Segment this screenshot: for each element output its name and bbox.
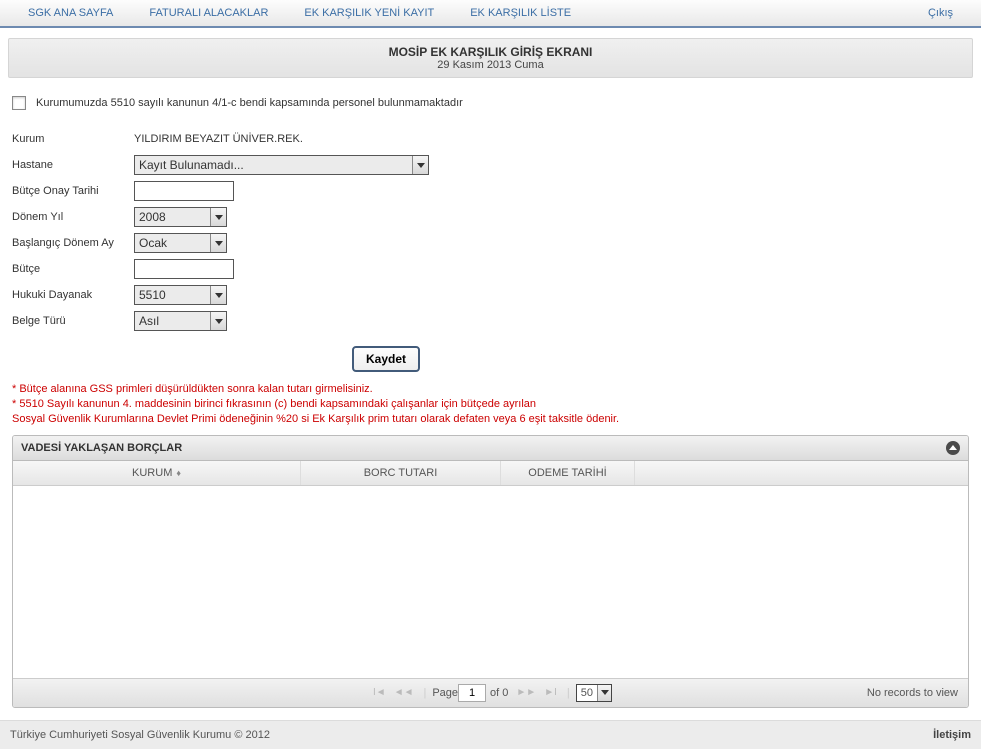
chevron-down-icon [417,163,425,168]
donem-yil-label: Dönem Yıl [12,211,134,223]
belge-select[interactable]: Asıl [134,311,227,331]
col-kurum[interactable]: KURUM ♦ [13,461,301,485]
belge-value: Asıl [139,314,159,328]
butce-onay-label: Bütçe Onay Tarihi [12,185,134,197]
chevron-down-icon [215,319,223,324]
col-borc[interactable]: BORC TUTARI [301,461,501,485]
page-title: MOSİP EK KARŞILIK GİRİŞ EKRANI [9,45,972,59]
grid-title: VADESİ YAKLAŞAN BORÇLAR [21,442,182,454]
belge-label: Belge Türü [12,315,134,327]
hastane-dropdown-icon[interactable] [412,156,428,174]
nav-faturali-alacaklar[interactable]: FATURALI ALACAKLAR [131,7,286,19]
baslangic-label: Başlangıç Dönem Ay [12,237,134,249]
donem-yil-value: 2008 [139,210,166,224]
col-odeme[interactable]: ODEME TARİHİ [501,461,635,485]
pager-status: No records to view [867,687,958,699]
nav-logout[interactable]: Çıkış [910,7,971,19]
pager-pagesize-select[interactable]: 50 [576,684,612,702]
page-header: MOSİP EK KARŞILIK GİRİŞ EKRANI 29 Kasım … [8,38,973,78]
no-personnel-label: Kurumumuzda 5510 sayılı kanunun 4/1-c be… [36,97,463,109]
pager-page-label: Page [432,687,458,699]
note-line-2: * 5510 Sayılı kanunun 4. maddesinin biri… [12,397,969,412]
page-date: 29 Kasım 2013 Cuma [9,59,972,71]
pager-last-icon[interactable]: ►I [540,687,561,698]
grid-header-row: KURUM ♦ BORC TUTARI ODEME TARİHİ [13,461,968,486]
note-line-3: Sosyal Güvenlik Kurumlarına Devlet Primi… [12,412,969,427]
grid-pager: I◄ ◄◄ | Page of 0 ►► ►I | 50 No records … [13,678,968,707]
chevron-down-icon [215,215,223,220]
chevron-down-icon [601,690,609,695]
sort-icon: ♦ [176,468,181,478]
hukuki-select[interactable]: 5510 [134,285,227,305]
hastane-select[interactable]: Kayıt Bulunamadı... [134,155,429,175]
hastane-value: Kayıt Bulunamadı... [139,158,244,172]
donem-yil-select[interactable]: 2008 [134,207,227,227]
kurum-label: Kurum [12,133,134,145]
notes-block: * Bütçe alanına GSS primleri düşürüldükt… [12,382,969,427]
pager-pagesize-value: 50 [577,687,597,699]
grid-body [13,486,968,678]
nav-ek-karsilik-yeni-kayit[interactable]: EK KARŞILIK YENİ KAYIT [286,7,452,19]
butce-label: Bütçe [12,263,134,275]
col-kurum-label: KURUM [132,467,172,479]
no-personnel-row: Kurumumuzda 5510 sayılı kanunun 4/1-c be… [12,96,969,110]
chevron-up-icon [949,445,957,450]
top-nav: SGK ANA SAYFA FATURALI ALACAKLAR EK KARŞ… [0,0,981,28]
debts-grid: VADESİ YAKLAŞAN BORÇLAR KURUM ♦ BORC TUT… [12,435,969,708]
pager-next-icon[interactable]: ►► [512,687,540,698]
pager-prev-icon[interactable]: ◄◄ [390,687,418,698]
footer-copyright: Türkiye Cumhuriyeti Sosyal Güvenlik Kuru… [10,729,270,741]
hukuki-label: Hukuki Dayanak [12,289,134,301]
save-button[interactable]: Kaydet [352,346,420,372]
kurum-value: YILDIRIM BEYAZIT ÜNİVER.REK. [134,133,303,145]
col-blank [635,461,968,485]
nav-ek-karsilik-liste[interactable]: EK KARŞILIK LİSTE [452,7,589,19]
footer-contact-link[interactable]: İletişim [933,729,971,741]
page-footer: Türkiye Cumhuriyeti Sosyal Güvenlik Kuru… [0,720,981,749]
butce-onay-input[interactable] [134,181,234,201]
pager-of-label: of 0 [490,687,508,699]
grid-collapse-button[interactable] [946,441,960,455]
pager-page-input[interactable] [458,684,486,702]
note-line-1: * Bütçe alanına GSS primleri düşürüldükt… [12,382,969,397]
hukuki-value: 5510 [139,288,166,302]
belge-dropdown-icon[interactable] [210,312,226,330]
donem-yil-dropdown-icon[interactable] [210,208,226,226]
no-personnel-checkbox[interactable] [12,96,26,110]
chevron-down-icon [215,293,223,298]
chevron-down-icon [215,241,223,246]
baslangic-dropdown-icon[interactable] [210,234,226,252]
nav-sgk-ana-sayfa[interactable]: SGK ANA SAYFA [10,7,131,19]
pager-pagesize-dropdown-icon[interactable] [597,685,611,701]
grid-title-bar: VADESİ YAKLAŞAN BORÇLAR [13,436,968,461]
hastane-label: Hastane [12,159,134,171]
baslangic-value: Ocak [139,236,167,250]
baslangic-select[interactable]: Ocak [134,233,227,253]
butce-input[interactable] [134,259,234,279]
pager-first-icon[interactable]: I◄ [369,687,390,698]
hukuki-dropdown-icon[interactable] [210,286,226,304]
